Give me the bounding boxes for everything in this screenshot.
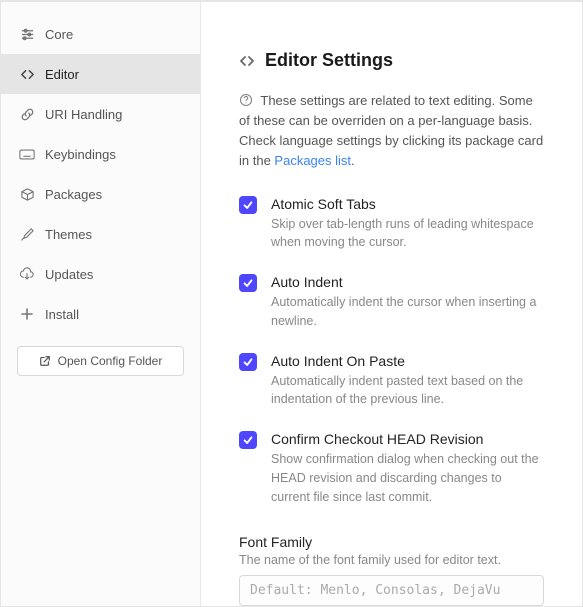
setting-label: Confirm Checkout HEAD Revision — [271, 431, 544, 447]
font-family-desc: The name of the font family used for edi… — [239, 553, 544, 567]
sidebar-item-label: Core — [45, 27, 73, 42]
question-icon — [239, 93, 253, 113]
sidebar-item-label: Install — [45, 307, 79, 322]
font-family-label: Font Family — [239, 534, 544, 550]
sidebar-item-label: Updates — [45, 267, 93, 282]
external-link-icon — [39, 355, 51, 367]
sidebar-item-install[interactable]: Install — [1, 294, 200, 334]
auto-indent-paste-checkbox[interactable] — [239, 353, 257, 371]
setting-desc: Skip over tab-length runs of leading whi… — [271, 215, 544, 253]
setting-confirm-checkout: Confirm Checkout HEAD Revision Show conf… — [239, 431, 544, 506]
setting-label: Auto Indent On Paste — [271, 353, 544, 369]
setting-auto-indent: Auto Indent Automatically indent the cur… — [239, 274, 544, 331]
sidebar-item-core[interactable]: Core — [1, 14, 200, 54]
keyboard-icon — [19, 146, 35, 162]
link-icon — [19, 106, 35, 122]
page-description: These settings are related to text editi… — [239, 91, 544, 172]
setting-atomic-soft-tabs: Atomic Soft Tabs Skip over tab-length ru… — [239, 196, 544, 253]
plus-icon — [19, 306, 35, 322]
page-title: Editor Settings — [265, 50, 393, 71]
setting-desc: Automatically indent pasted text based o… — [271, 372, 544, 410]
sidebar-item-label: Keybindings — [45, 147, 116, 162]
content-panel: Editor Settings These settings are relat… — [201, 2, 582, 606]
sidebar-item-label: Packages — [45, 187, 102, 202]
atomic-soft-tabs-checkbox[interactable] — [239, 196, 257, 214]
code-icon — [19, 66, 35, 82]
sidebar-item-keybindings[interactable]: Keybindings — [1, 134, 200, 174]
sidebar-item-packages[interactable]: Packages — [1, 174, 200, 214]
code-icon — [239, 53, 255, 69]
packages-list-link[interactable]: Packages list — [274, 153, 351, 168]
setting-label: Auto Indent — [271, 274, 544, 290]
sidebar: Core Editor URI Handling — [1, 2, 201, 606]
description-post: . — [351, 153, 355, 168]
setting-desc: Show confirmation dialog when checking o… — [271, 450, 544, 506]
sidebar-item-uri[interactable]: URI Handling — [1, 94, 200, 134]
paintbrush-icon — [19, 226, 35, 242]
setting-desc: Automatically indent the cursor when ins… — [271, 293, 544, 331]
sidebar-item-updates[interactable]: Updates — [1, 254, 200, 294]
sidebar-item-editor[interactable]: Editor — [1, 54, 200, 94]
sidebar-item-label: Editor — [45, 67, 79, 82]
open-config-label: Open Config Folder — [58, 354, 163, 368]
setting-label: Atomic Soft Tabs — [271, 196, 544, 212]
open-config-folder-button[interactable]: Open Config Folder — [17, 346, 184, 376]
confirm-checkout-checkbox[interactable] — [239, 431, 257, 449]
sidebar-item-label: URI Handling — [45, 107, 122, 122]
cloud-download-icon — [19, 266, 35, 282]
sidebar-item-label: Themes — [45, 227, 92, 242]
sidebar-item-themes[interactable]: Themes — [1, 214, 200, 254]
sliders-icon — [19, 26, 35, 42]
package-icon — [19, 186, 35, 202]
setting-auto-indent-paste: Auto Indent On Paste Automatically inden… — [239, 353, 544, 410]
auto-indent-checkbox[interactable] — [239, 274, 257, 292]
font-family-input[interactable] — [239, 575, 544, 606]
